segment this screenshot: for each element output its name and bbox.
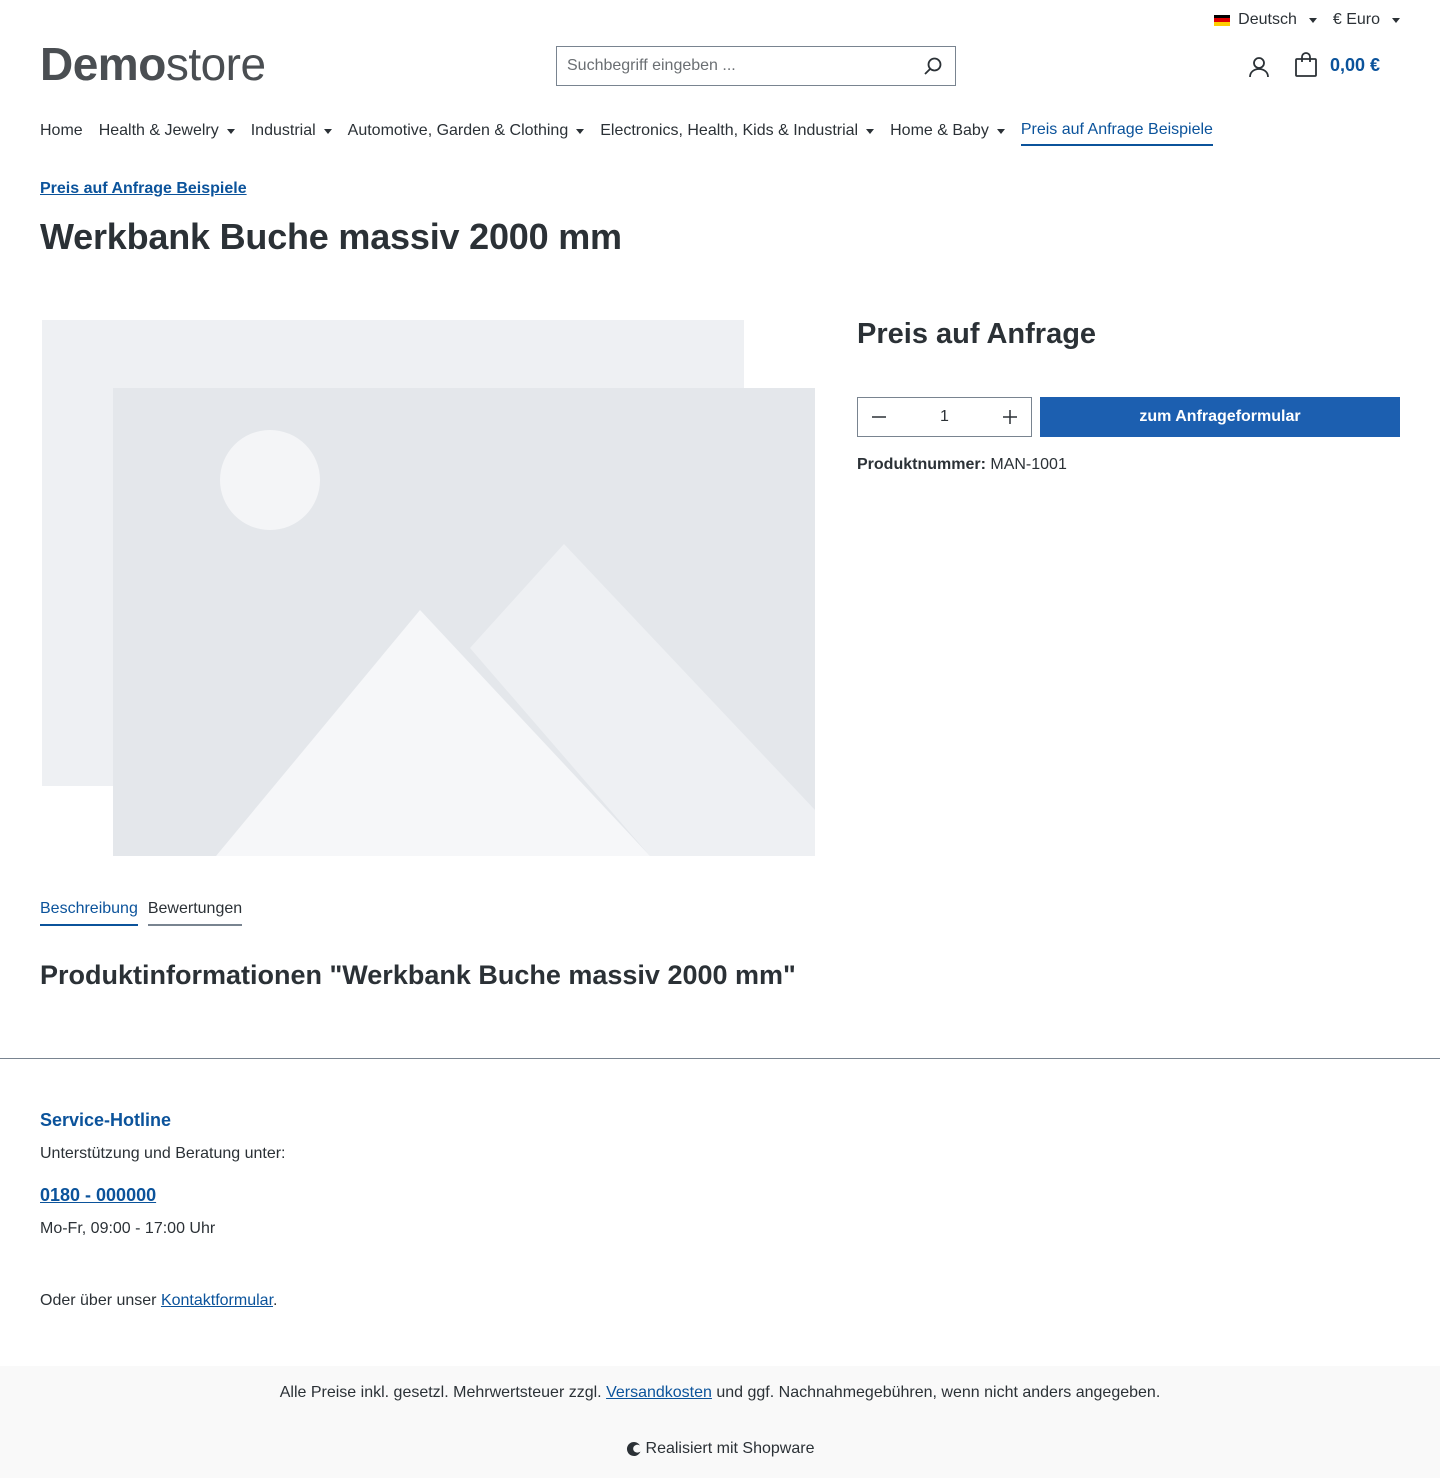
- request-form-button[interactable]: zum Anfrageformular: [1040, 397, 1400, 437]
- hotline-title: Service-Hotline: [40, 1110, 172, 1130]
- hotline-hours: Mo-Fr, 09:00 - 17:00 Uhr: [40, 1220, 216, 1237]
- nav-item-home[interactable]: Home: [40, 118, 83, 146]
- chevron-down-icon: [323, 128, 332, 134]
- logo-light-text: store: [165, 38, 266, 90]
- search-input[interactable]: [557, 47, 911, 85]
- increase-quantity-button[interactable]: [989, 398, 1031, 436]
- chevron-down-icon: [1308, 17, 1317, 23]
- search-icon: [924, 57, 942, 75]
- vat-notice: Alle Preise inkl. gesetzl. Mehrwertsteue…: [0, 1384, 1440, 1402]
- nav-item-label: Health & Jewelry: [98, 122, 219, 139]
- powered-by-link[interactable]: Realisiert mit Shopware: [0, 1440, 1440, 1458]
- shopping-bag-icon: [1295, 52, 1317, 77]
- decrease-quantity-button[interactable]: [858, 398, 900, 436]
- vat-suffix: und ggf. Nachnahmegebühren, wenn nicht a…: [711, 1384, 1161, 1401]
- chevron-down-icon: [996, 128, 1005, 134]
- plus-icon: [1003, 410, 1017, 424]
- currency-label: € Euro: [1332, 11, 1380, 28]
- cart-button[interactable]: 0,00 €: [1294, 52, 1380, 78]
- product-image-placeholder: [40, 318, 816, 858]
- search-button[interactable]: [911, 47, 955, 85]
- footer-divider: [0, 1058, 1440, 1059]
- product-number: Produktnummer: MAN-1001: [857, 456, 1067, 474]
- nav-item-price-on-request[interactable]: Preis auf Anfrage Beispiele: [1020, 118, 1213, 146]
- nav-item-label: Industrial: [250, 122, 316, 139]
- language-label: Deutsch: [1238, 11, 1297, 28]
- tab-description[interactable]: Beschreibung: [40, 900, 138, 926]
- quantity-value[interactable]: 1: [900, 408, 989, 426]
- nav-item-automotive[interactable]: Automotive, Garden & Clothing: [348, 118, 585, 146]
- language-dropdown[interactable]: Deutsch: [1214, 8, 1317, 32]
- nav-item-electronics[interactable]: Electronics, Health, Kids & Industrial: [600, 118, 875, 146]
- product-number-label: Produktnummer:: [857, 456, 986, 473]
- image-placeholder-icon: [42, 320, 815, 856]
- chevron-down-icon: [866, 128, 875, 134]
- nav-item-home-baby[interactable]: Home & Baby: [890, 118, 1005, 146]
- vat-prefix: Alle Preise inkl. gesetzl. Mehrwertsteue…: [279, 1384, 607, 1401]
- contact-text: Oder über unser Kontaktformular.: [40, 1292, 277, 1310]
- product-price: Preis auf Anfrage: [857, 318, 1097, 350]
- nav-item-label: Electronics, Health, Kids & Industrial: [600, 122, 859, 139]
- shopware-logo-icon: [626, 1441, 641, 1456]
- shipping-costs-link[interactable]: Versandkosten: [606, 1384, 712, 1401]
- search-form: [556, 46, 956, 86]
- nav-item-label: Home & Baby: [890, 122, 989, 139]
- chevron-down-icon: [1392, 17, 1400, 23]
- main-navigation: Home Health & Jewelry Industrial Automot…: [40, 118, 1213, 146]
- nav-item-label: Home: [40, 122, 83, 139]
- chevron-down-icon: [576, 128, 585, 134]
- nav-item-label: Preis auf Anfrage Beispiele: [1020, 121, 1213, 138]
- nav-item-industrial[interactable]: Industrial: [251, 118, 332, 146]
- minus-icon: [872, 416, 886, 418]
- product-number-value: MAN-1001: [990, 456, 1067, 473]
- logo-bold-text: Demo: [40, 38, 166, 90]
- product-title: Werkbank Buche massiv 2000 mm: [40, 216, 622, 257]
- nav-item-label: Automotive, Garden & Clothing: [347, 122, 569, 139]
- footer-bottom: [0, 1366, 1440, 1478]
- contact-prefix: Oder über unser: [40, 1292, 161, 1309]
- quantity-stepper: 1: [857, 397, 1032, 437]
- nav-item-health-jewelry[interactable]: Health & Jewelry: [99, 118, 235, 146]
- tab-reviews[interactable]: Bewertungen: [147, 900, 243, 926]
- user-icon: [1249, 57, 1269, 78]
- hotline-phone-link[interactable]: 0180 - 000000: [40, 1185, 156, 1206]
- top-bar: Deutsch € Euro: [1214, 8, 1400, 32]
- contact-suffix: .: [273, 1292, 278, 1309]
- account-button[interactable]: [1246, 54, 1272, 80]
- description-title: Produktinformationen "Werkbank Buche mas…: [40, 960, 796, 990]
- currency-dropdown[interactable]: € Euro: [1333, 8, 1400, 32]
- german-flag-icon: [1214, 14, 1231, 26]
- breadcrumb[interactable]: Preis auf Anfrage Beispiele: [40, 180, 247, 198]
- cart-total: 0,00 €: [1330, 54, 1381, 75]
- product-tabs: Beschreibung Bewertungen: [40, 900, 243, 926]
- hotline-subtitle: Unterstützung und Beratung unter:: [40, 1145, 286, 1162]
- powered-by-text: Realisiert mit Shopware: [645, 1440, 815, 1457]
- chevron-down-icon: [226, 128, 235, 134]
- contact-form-link[interactable]: Kontaktformular: [161, 1292, 273, 1309]
- store-logo[interactable]: Demostore: [40, 38, 266, 90]
